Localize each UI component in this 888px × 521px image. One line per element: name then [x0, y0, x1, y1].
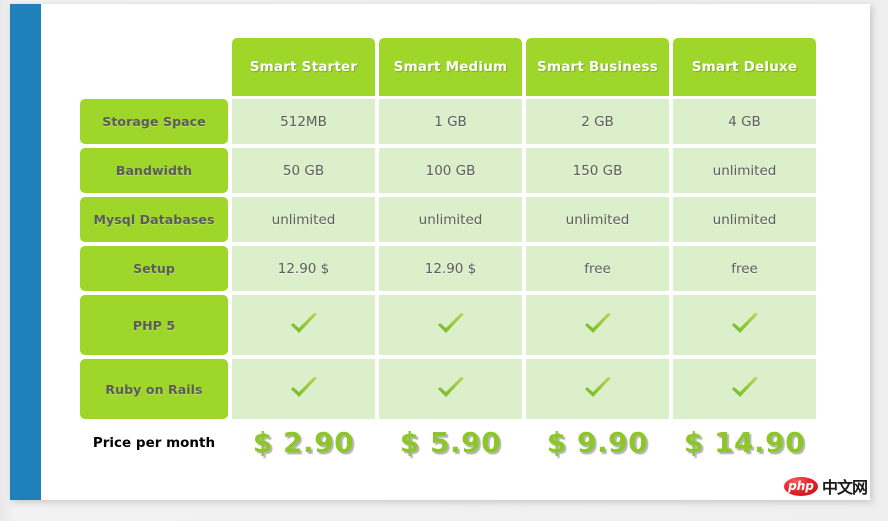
feature-value: 150 GB [526, 148, 669, 193]
feature-label: Setup [80, 246, 228, 291]
feature-value: unlimited [232, 197, 375, 242]
check-icon [232, 359, 375, 419]
plan-header-smart-medium[interactable]: Smart Medium [379, 38, 522, 96]
feature-value: 50 GB [232, 148, 375, 193]
feature-value: 12.90 $ [379, 246, 522, 291]
table-header-row: Smart Starter Smart Medium Smart Busines… [80, 38, 816, 96]
content-card: Smart Starter Smart Medium Smart Busines… [10, 4, 870, 500]
plan-header-smart-deluxe[interactable]: Smart Deluxe [673, 38, 816, 96]
table-row: Ruby on Rails [80, 359, 816, 419]
price-smart-medium: $ 5.90 [399, 426, 502, 459]
feature-label: Bandwidth [80, 148, 228, 193]
check-icon [526, 359, 669, 419]
watermark-text: 中文网 [821, 478, 868, 497]
table-row: Bandwidth 50 GB 100 GB 150 GB unlimited [80, 148, 816, 193]
feature-value: 1 GB [379, 99, 522, 144]
pricing-table: Smart Starter Smart Medium Smart Busines… [80, 38, 816, 459]
feature-label: PHP 5 [80, 295, 228, 355]
check-icon [673, 359, 816, 419]
feature-label: Mysql Databases [80, 197, 228, 242]
price-smart-starter: $ 2.90 [252, 426, 355, 459]
feature-value: unlimited [673, 148, 816, 193]
feature-value: unlimited [379, 197, 522, 242]
plan-header-smart-business[interactable]: Smart Business [526, 38, 669, 96]
price-smart-deluxe: $ 14.90 [683, 426, 806, 459]
feature-label: Storage Space [80, 99, 228, 144]
table-row: PHP 5 [80, 295, 816, 355]
price-row: Price per month $ 2.90 $ 5.90 $ 9.90 $ 1… [80, 426, 805, 459]
feature-value: 2 GB [526, 99, 669, 144]
price-row-label: Price per month [92, 434, 216, 451]
feature-label: Ruby on Rails [80, 359, 228, 419]
left-blue-rail [10, 4, 41, 500]
check-icon [232, 295, 375, 355]
php-logo-icon: php [783, 476, 818, 496]
check-icon [526, 295, 669, 355]
feature-value: 512MB [232, 99, 375, 144]
price-smart-business: $ 9.90 [546, 426, 649, 459]
feature-value: 12.90 $ [232, 246, 375, 291]
check-icon [379, 295, 522, 355]
plan-header-smart-starter[interactable]: Smart Starter [232, 38, 375, 96]
feature-value: 4 GB [673, 99, 816, 144]
feature-value: unlimited [673, 197, 816, 242]
check-icon [673, 295, 816, 355]
feature-value: 100 GB [379, 148, 522, 193]
table-row: Mysql Databases unlimited unlimited unlimit… [80, 197, 816, 242]
feature-value: free [673, 246, 816, 291]
table-row: Storage Space 512MB 1 GB 2 GB 4 GB [80, 99, 816, 144]
check-icon [379, 359, 522, 419]
feature-value: free [526, 246, 669, 291]
watermark: php 中文网 [783, 474, 868, 498]
feature-value: unlimited [526, 197, 669, 242]
table-row: Setup 12.90 $12.90 $ free free [80, 246, 816, 291]
table-body: Storage Space 512MB 1 GB 2 GB 4 GB Bandwidth 5… [80, 99, 816, 419]
header-corner-spacer [80, 38, 228, 96]
